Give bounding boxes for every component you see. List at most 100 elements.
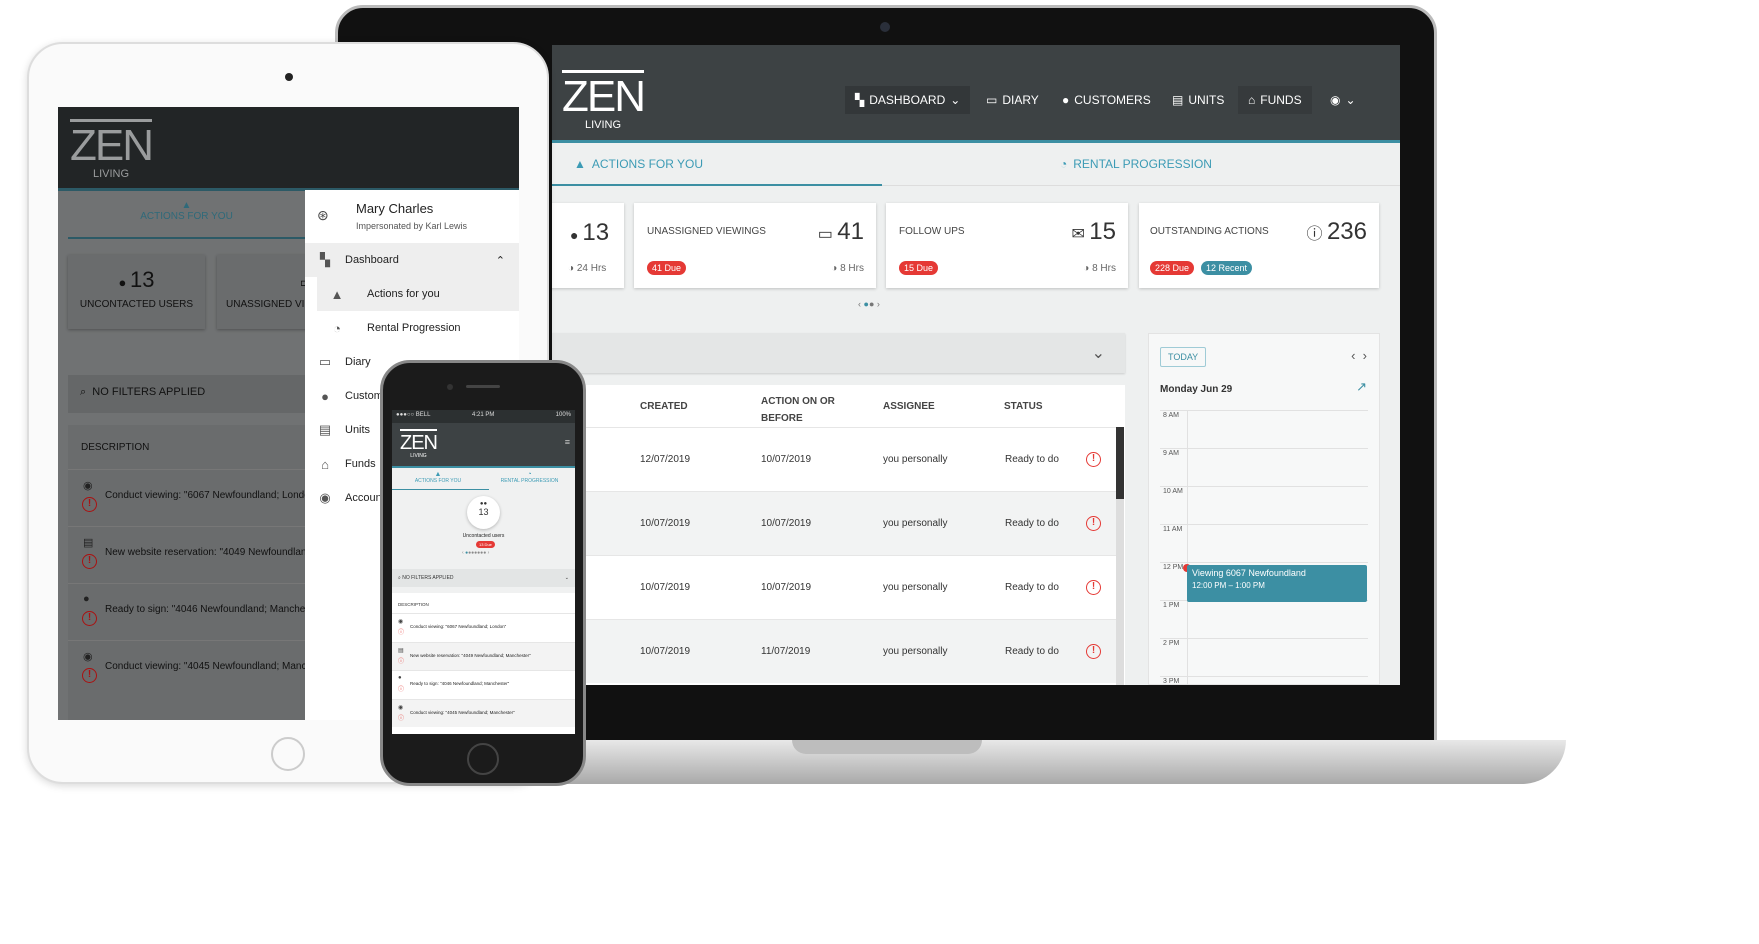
scrollbar[interactable] — [1116, 427, 1124, 685]
drawer-item-label: Diary — [345, 356, 371, 368]
carousel-pager[interactable]: ‹ ●●●●●●● › — [462, 550, 489, 556]
count-value: 41 — [837, 218, 864, 245]
scrollbar-thumb[interactable] — [1116, 427, 1124, 499]
card-outstanding-actions[interactable]: OUTSTANDING ACTIONS ⓘ 236 228 Due 12 Rec… — [1139, 203, 1379, 288]
open-external-icon[interactable]: ↗ — [1356, 379, 1367, 395]
row-description: Conduct viewing: "6067 Newfoundland; Lon… — [410, 624, 507, 629]
table-cell: 10/07/2019 — [640, 582, 691, 593]
person-icon: ● — [398, 675, 402, 681]
phone-camera — [447, 384, 453, 390]
chevron-up-icon[interactable]: ⌃ — [496, 254, 505, 267]
table-cell: 10/07/2019 — [761, 518, 812, 529]
calendar-hour-slot[interactable] — [1160, 410, 1368, 448]
tab-rental-progression[interactable]: ◔ RENTAL PROGRESSION — [1060, 157, 1212, 171]
stat-circle[interactable]: ●● 13 — [467, 496, 500, 529]
table-row[interactable]: 10/07/2019 10/07/2019 you personally Ready … — [552, 491, 1116, 555]
carousel-pager[interactable]: ‹ ●● › — [858, 299, 880, 309]
active-tab-underline — [68, 237, 305, 239]
alert-icon: ! — [82, 497, 97, 512]
filter-bar[interactable]: ⌄ — [552, 333, 1125, 373]
account-icon: ◉ — [319, 490, 331, 505]
nav-units[interactable]: ▤ UNITS — [1162, 86, 1234, 114]
alert-icon: ⓘ — [398, 687, 405, 693]
col-status[interactable]: STATUS — [1004, 401, 1043, 412]
impersonation-note: Impersonated by Karl Lewis — [356, 221, 468, 231]
card-count: ⓘ 236 — [1307, 218, 1368, 246]
chevron-right-icon[interactable]: › — [1363, 348, 1367, 363]
clock: 4:21 PM — [472, 412, 495, 418]
calendar-icon: ▭ — [986, 93, 998, 107]
table-cell: 10/07/2019 — [761, 582, 812, 593]
active-tab-underline — [552, 184, 882, 186]
user-avatar-icon: ⊛ — [317, 207, 329, 223]
col-created[interactable]: CREATED — [640, 401, 688, 412]
hamburger-menu-icon[interactable]: ≡ — [565, 437, 570, 447]
phone-home-button[interactable] — [467, 743, 499, 775]
calendar-nav: ‹ › — [1351, 348, 1367, 363]
chevron-down-icon[interactable]: ⌄ — [1092, 343, 1105, 363]
table-row[interactable]: ● ⓘ Ready to sign: "4046 Newfoundland; Man… — [392, 670, 575, 698]
nav-dashboard[interactable]: ▚ DASHBOARD ⌄ — [845, 86, 971, 114]
calendar-hour-slot[interactable] — [1160, 486, 1368, 524]
alert-icon: ⓘ — [398, 658, 405, 665]
person-icon: ● — [570, 227, 583, 243]
chevron-down-icon[interactable]: ⌄ — [565, 575, 569, 581]
search-icon: ⌕ — [398, 575, 401, 581]
account-menu[interactable]: ◉ ⌄ — [1320, 86, 1366, 114]
calendar-hour-slot[interactable] — [1160, 448, 1368, 486]
card-count: ▭ 41 — [818, 218, 864, 246]
drawer-item-dashboard[interactable]: ▚ Dashboard ⌃ — [305, 243, 519, 277]
card-uncontacted-users[interactable]: ● 13 UNCONTACTED USERS — [68, 255, 205, 329]
row-description: Conduct viewing: "4045 Newfoundland; Man… — [410, 709, 515, 715]
app-header: ZEN LIVING ▚ DASHBOARD ⌄ ▭ DIARY ● CUSTOMERS… — [552, 45, 1400, 140]
table-cell: Ready to do — [1005, 646, 1059, 657]
filter-bar[interactable]: ⌕ NO FILTERS APPLIED ⌄ — [392, 569, 575, 587]
today-button[interactable]: TODAY — [1160, 347, 1207, 367]
nav-diary[interactable]: ▭ DIARY — [976, 86, 1049, 114]
table-row[interactable]: 12/07/2019 10/07/2019 you personally Ready … — [552, 427, 1116, 491]
tab-actions-for-you[interactable]: ▲ ACTIONS FOR YOU — [68, 200, 305, 222]
card-unassigned-viewings[interactable]: UNASSIGNED VIEWINGS ▭ 41 41 Due ◑ 8 Hrs — [634, 203, 876, 288]
mail-icon: ✉ — [1071, 226, 1090, 243]
card-uncontacted-users[interactable]: ● 13 ◑ 24 Hrs — [552, 203, 624, 288]
table-cell: 11/07/2019 — [761, 646, 811, 657]
chevron-right-icon[interactable]: › — [877, 299, 880, 309]
tab-rental-progression[interactable]: ◔ RENTAL PROGRESSION — [484, 471, 575, 484]
pager-dot[interactable]: ● — [869, 299, 874, 309]
drawer-item-rental-progression[interactable]: ◔ Rental Progression — [317, 311, 519, 345]
stat-label: Uncontacted users — [462, 533, 505, 539]
laptop-camera — [880, 22, 890, 32]
tablet-home-button[interactable] — [271, 737, 305, 771]
logo: ZEN LIVING — [562, 70, 646, 131]
calendar-hour-slot[interactable] — [1160, 676, 1368, 685]
table-row[interactable]: ▤ ⓘ New website reservation: "4049 Newfoun… — [392, 641, 575, 670]
calendar-hour-slot[interactable] — [1160, 524, 1368, 562]
chevron-down-icon: ⌄ — [1345, 93, 1356, 107]
table-cell: Ready to do — [1005, 454, 1059, 465]
tab-actions-for-you[interactable]: ▲ ACTIONS FOR YOU — [392, 471, 484, 484]
gauge-icon: ◔ — [333, 320, 341, 336]
chevron-left-icon[interactable]: ‹ — [1351, 348, 1355, 363]
logo: ZEN LIVING — [400, 429, 438, 459]
calendar-hour-slot[interactable] — [1160, 600, 1368, 638]
table-row[interactable]: ◉ ⓘ Conduct viewing: "6067 Newfoundland; L… — [392, 613, 575, 641]
col-action-on[interactable]: ACTION ON OR BEFORE — [761, 393, 841, 427]
table-row[interactable]: 10/07/2019 11/07/2019 you personally Ready … — [552, 619, 1116, 683]
calendar-hour-slot[interactable] — [1160, 638, 1368, 676]
chevron-left-icon[interactable]: ‹ — [858, 299, 861, 309]
table-row[interactable]: 10/07/2019 10/07/2019 you personally Ready … — [552, 555, 1116, 619]
tab-actions-for-you[interactable]: ▲ ACTIONS FOR YOU — [574, 157, 703, 171]
nav-customers[interactable]: ● CUSTOMERS — [1052, 86, 1161, 114]
drawer-item-actions-for-you[interactable]: ▲ Actions for you — [317, 277, 519, 311]
count-value: 13 — [129, 267, 155, 292]
card-follow-ups[interactable]: FOLLOW UPS ✉ 15 15 Due ◑ 8 Hrs — [886, 203, 1128, 288]
table-row[interactable]: ◉ ⓘ Conduct viewing: "4045 Newfoundland; M… — [392, 698, 575, 727]
alert-icon: ! — [1086, 580, 1101, 595]
drawer-item-label: Rental Progression — [367, 322, 461, 334]
laptop-notch — [792, 740, 982, 754]
nav-funds[interactable]: ⌂ FUNDS — [1238, 86, 1312, 114]
calendar-event[interactable]: Viewing 6067 Newfoundland 12:00 PM – 1:0… — [1187, 565, 1367, 602]
col-assignee[interactable]: ASSIGNEE — [883, 401, 935, 412]
alert-icon: ! — [1086, 516, 1101, 531]
hour-label: 12 PM — [1163, 564, 1184, 571]
